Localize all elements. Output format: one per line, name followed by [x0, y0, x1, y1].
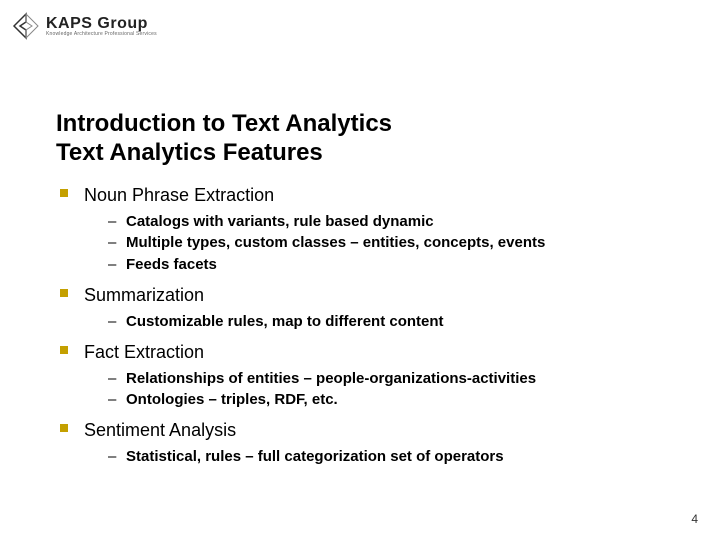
sub-item: Multiple types, custom classes – entitie…	[108, 232, 680, 254]
sub-item: Catalogs with variants, rule based dynam…	[108, 211, 680, 233]
bullet-list: Noun Phrase Extraction Catalogs with var…	[56, 182, 680, 468]
item-label: Noun Phrase Extraction	[84, 185, 274, 205]
sub-item: Ontologies – triples, RDF, etc.	[108, 389, 680, 411]
slide-title: Introduction to Text Analytics Text Anal…	[56, 110, 680, 168]
logo: KAPS Group Knowledge Architecture Profes…	[12, 12, 157, 40]
title-line-2: Text Analytics Features	[56, 139, 323, 166]
list-item: Noun Phrase Extraction Catalogs with var…	[56, 182, 680, 276]
logo-text: KAPS Group	[46, 16, 157, 32]
sub-list: Customizable rules, map to different con…	[108, 311, 680, 333]
sub-list: Statistical, rules – full categorization…	[108, 446, 680, 468]
page-number: 4	[691, 512, 698, 526]
list-item: Fact Extraction Relationships of entitie…	[56, 339, 680, 412]
list-item: Sentiment Analysis Statistical, rules – …	[56, 417, 680, 468]
item-label: Sentiment Analysis	[84, 420, 236, 440]
logo-tagline: Knowledge Architecture Professional Serv…	[46, 32, 157, 37]
sub-list: Relationships of entities – people-organ…	[108, 368, 680, 412]
list-item: Summarization Customizable rules, map to…	[56, 282, 680, 333]
item-label: Summarization	[84, 285, 204, 305]
sub-item: Statistical, rules – full categorization…	[108, 446, 680, 468]
item-label: Fact Extraction	[84, 342, 204, 362]
title-line-1: Introduction to Text Analytics	[56, 110, 392, 137]
sub-item: Relationships of entities – people-organ…	[108, 368, 680, 390]
sub-list: Catalogs with variants, rule based dynam…	[108, 211, 680, 276]
sub-item: Feeds facets	[108, 254, 680, 276]
sub-item: Customizable rules, map to different con…	[108, 311, 680, 333]
slide-content: Introduction to Text Analytics Text Anal…	[56, 110, 680, 474]
logo-mark-icon	[12, 12, 42, 40]
